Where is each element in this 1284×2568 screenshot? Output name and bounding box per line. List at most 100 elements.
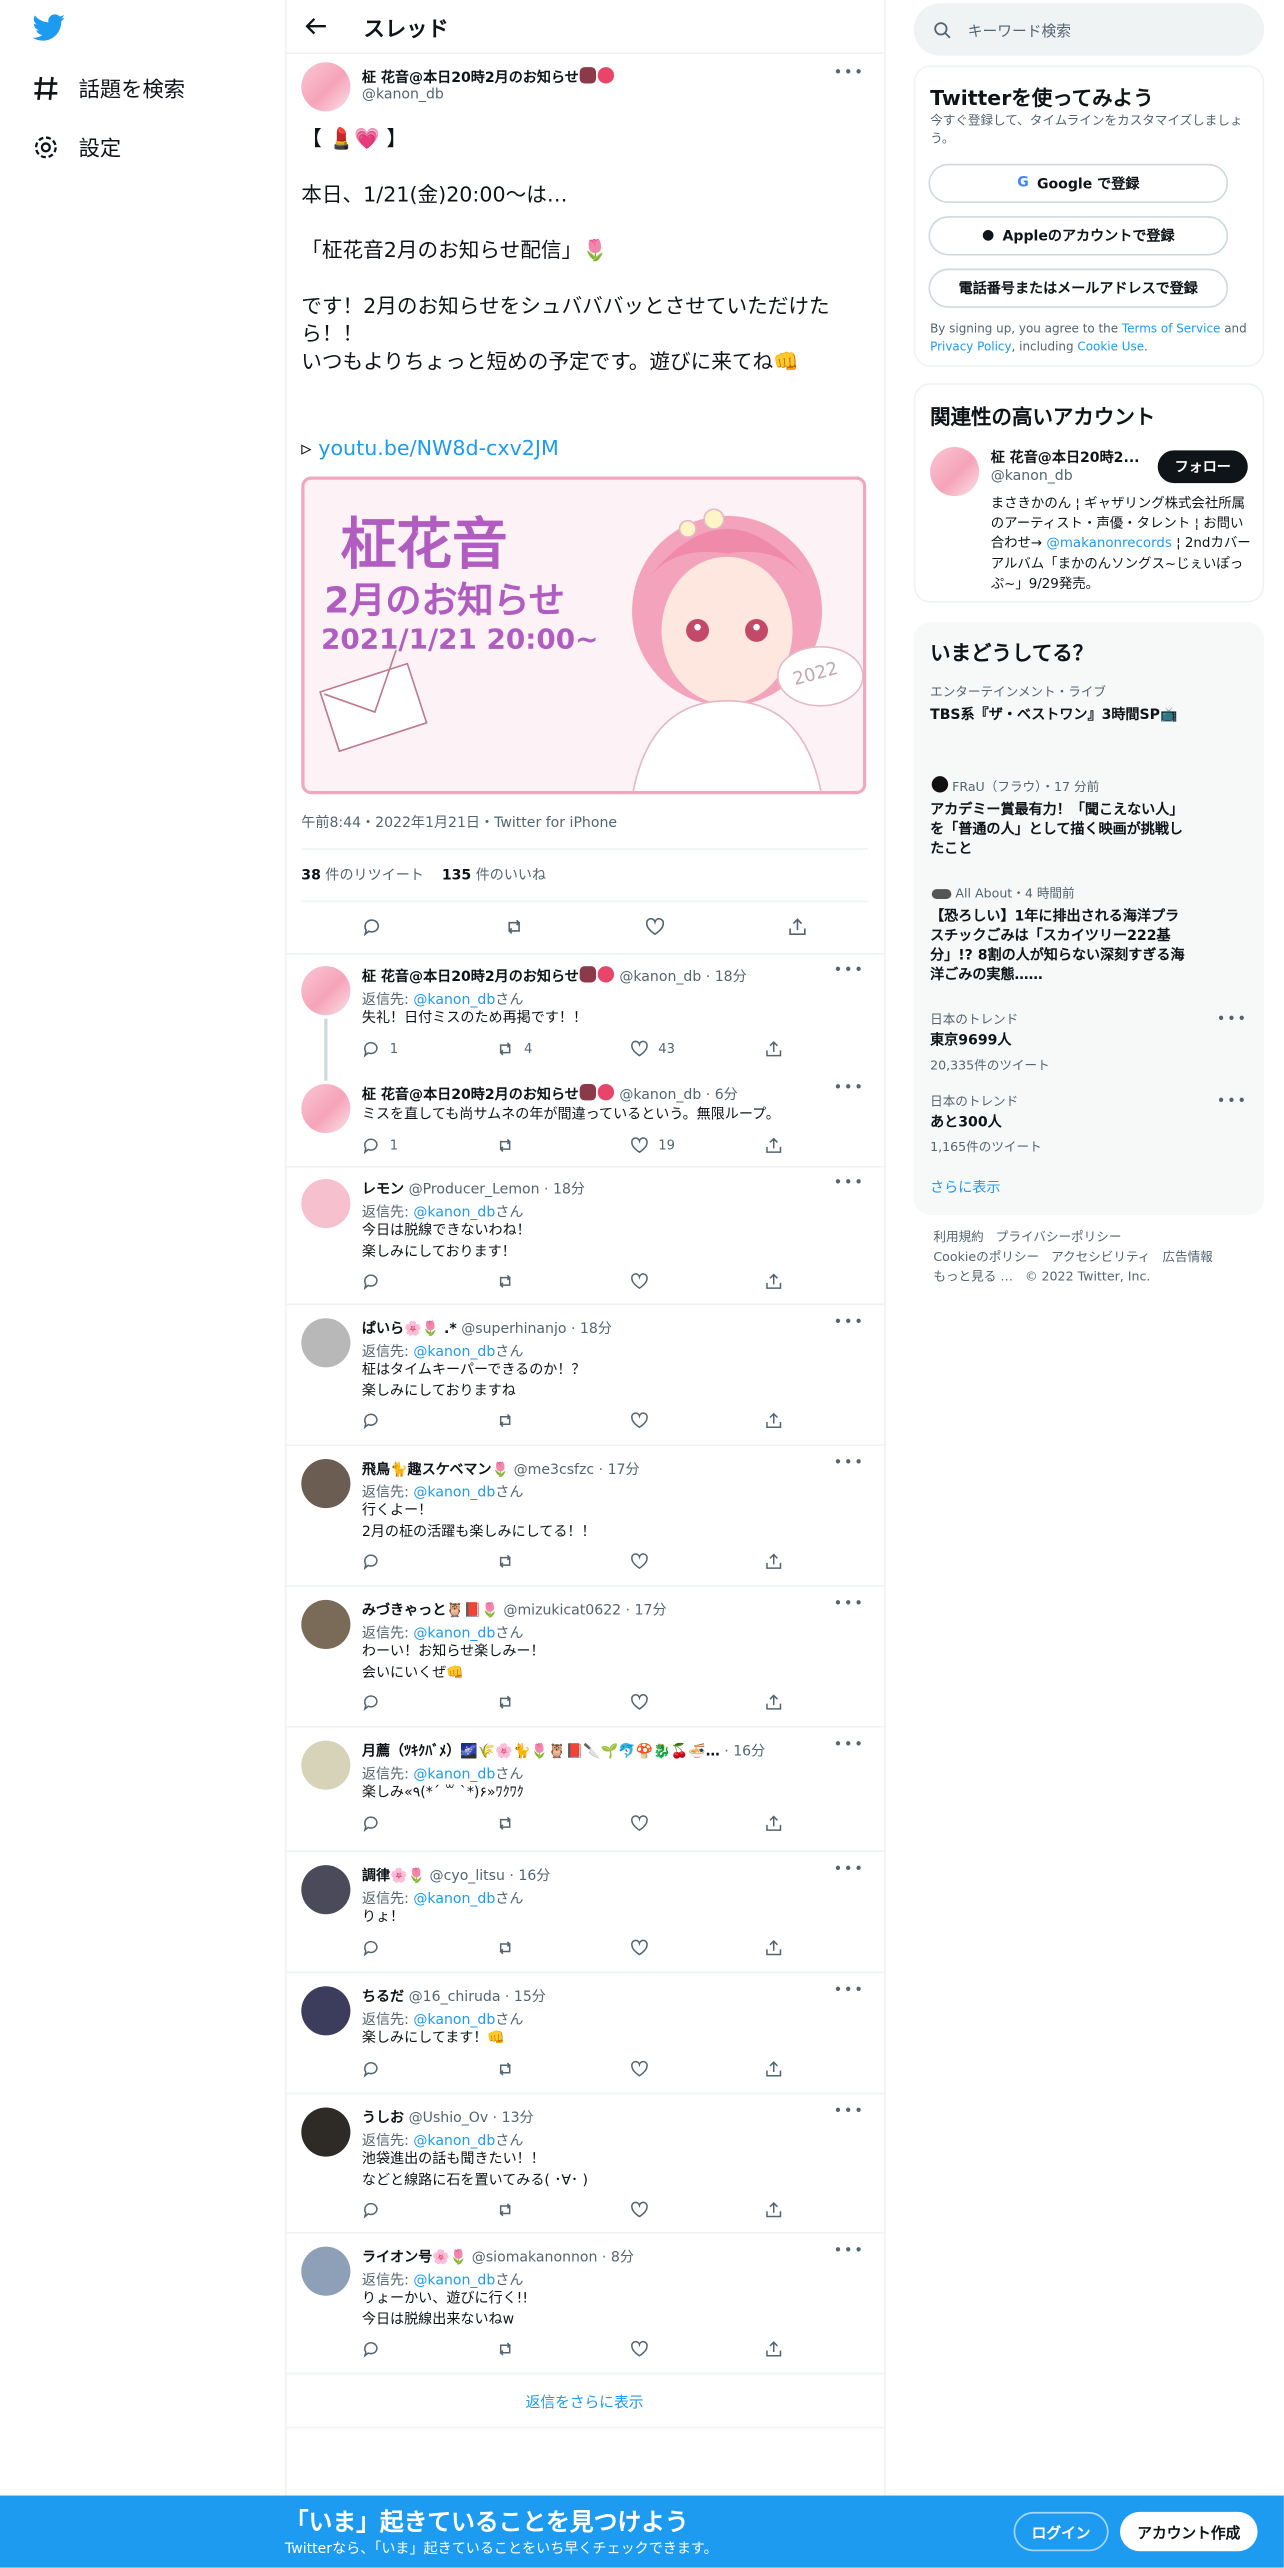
- reply-to-link[interactable]: @kanon_db: [413, 1485, 495, 1501]
- share-button[interactable]: [765, 1273, 899, 1291]
- like-icon[interactable]: [646, 917, 666, 937]
- reply-to-link[interactable]: @kanon_db: [413, 1767, 495, 1783]
- more-options-icon[interactable]: •••: [834, 66, 865, 82]
- avatar[interactable]: [301, 1865, 351, 1915]
- share-button[interactable]: [765, 1694, 899, 1712]
- trend-item[interactable]: エンターテインメント・ライブ TBS系『ザ・ベストワン』3時間SP📺: [930, 683, 1200, 726]
- reply-item[interactable]: ぱいら🌸🌷 .* @superhinanjo · 18分 返信先: @kanon_…: [284, 1305, 885, 1446]
- retweet-button[interactable]: [496, 1553, 630, 1571]
- reply-button[interactable]: [362, 2341, 496, 2359]
- footer-link[interactable]: もっと見る …: [933, 1269, 1013, 1284]
- more-options-icon[interactable]: •••: [834, 1862, 865, 1878]
- retweet-button[interactable]: 4: [496, 1040, 630, 1058]
- trends-show-more-link[interactable]: さらに表示: [930, 1177, 1000, 1197]
- footer-link[interactable]: 広告情報: [1162, 1249, 1212, 1264]
- apple-signup-button[interactable]: ● Appleのアカウントで登録: [928, 216, 1229, 256]
- share-button[interactable]: [765, 1136, 899, 1154]
- like-button[interactable]: [630, 1938, 764, 1956]
- reply-to-link[interactable]: @kanon_db: [413, 1891, 495, 1907]
- show-more-replies-link[interactable]: 返信をさらに表示: [285, 2391, 884, 2412]
- footer-link[interactable]: プライバシーポリシー: [996, 1230, 1122, 1245]
- reply-button[interactable]: [362, 1814, 496, 1832]
- bio-link[interactable]: @makanonrecords: [1046, 534, 1171, 550]
- more-options-icon[interactable]: •••: [834, 2104, 865, 2120]
- more-options-icon[interactable]: •••: [834, 2243, 865, 2259]
- reply-item[interactable]: ライオン号🌸🌷 @siomakanonnon · 8分 返信先: @kanon_d…: [284, 2234, 885, 2375]
- like-button[interactable]: [630, 1814, 764, 1832]
- share-button[interactable]: [765, 1938, 899, 1956]
- reply-to-link[interactable]: @kanon_db: [413, 1205, 495, 1221]
- more-options-icon[interactable]: •••: [834, 1737, 865, 1753]
- reply-item[interactable]: ちるだ @16_chiruda · 15分 返信先: @kanon_dbさん 楽しみ…: [284, 1973, 885, 2095]
- retweet-button[interactable]: [496, 1938, 630, 1956]
- like-button[interactable]: [630, 2341, 764, 2359]
- reply-to-link[interactable]: @kanon_db: [413, 2273, 495, 2289]
- footer-link[interactable]: 利用規約: [933, 1230, 983, 1245]
- twitter-logo-icon[interactable]: [32, 13, 66, 42]
- reply-icon[interactable]: [362, 917, 382, 937]
- share-button[interactable]: [765, 1412, 899, 1430]
- reply-button[interactable]: 1: [362, 1040, 496, 1058]
- reply-item[interactable]: 柾 花音@本日20時2月のお知らせ @kanon_db · 18分 返信先: @…: [285, 953, 884, 1081]
- privacy-link[interactable]: Privacy Policy: [930, 338, 1011, 353]
- tweet-media-image[interactable]: 柾花音 2月のお知らせ 2021/1/21 20:00~ 2022: [301, 476, 867, 795]
- retweet-button[interactable]: [496, 1136, 630, 1154]
- google-signup-button[interactable]: G Google で登録: [928, 163, 1229, 204]
- like-stat[interactable]: 135 件のいいね: [442, 868, 546, 884]
- avatar[interactable]: [301, 2246, 351, 2296]
- avatar[interactable]: [301, 62, 351, 112]
- reply-item[interactable]: みづきゃっと🦉📕🌷 @mizukicat0622 · 17分 返信先: @kano…: [284, 1587, 885, 1728]
- search-input[interactable]: キーワード検索: [913, 3, 1265, 56]
- more-options-icon[interactable]: •••: [1217, 1012, 1248, 1028]
- tweet-timestamp[interactable]: 午前8:44・2022年1月21日・Twitter for iPhone: [301, 812, 617, 831]
- reply-button[interactable]: [362, 1273, 496, 1291]
- like-button[interactable]: [630, 2201, 764, 2219]
- reply-button[interactable]: [362, 1694, 496, 1712]
- follow-button[interactable]: フォロー: [1157, 450, 1248, 484]
- reply-to-link[interactable]: @kanon_db: [413, 2012, 495, 2028]
- like-button[interactable]: [630, 2059, 764, 2077]
- avatar[interactable]: [301, 1084, 351, 1134]
- reply-item[interactable]: 月薦（ﾂｷｸﾊﾞﾒ）🌌🌾🌸🐈🌷🦉📕🔪🌱🐬🍄🐉🍒🍜… · 16分 返信先: @kan…: [284, 1728, 885, 1853]
- footer-link[interactable]: Cookieのポリシー: [933, 1249, 1039, 1264]
- terms-link[interactable]: Terms of Service: [1122, 321, 1220, 336]
- like-button[interactable]: [630, 1412, 764, 1430]
- cookie-link[interactable]: Cookie Use: [1077, 338, 1144, 353]
- retweet-button[interactable]: [496, 2341, 630, 2359]
- nav-settings[interactable]: 設定: [33, 131, 121, 162]
- reply-button[interactable]: [362, 1412, 496, 1430]
- reply-button[interactable]: [362, 2201, 496, 2220]
- trend-item[interactable]: 日本のトレンド あと300人 1,165件のツイート: [930, 1092, 1225, 1156]
- reply-item[interactable]: 調律🌸🌷 @cyo_litsu · 16分 返信先: @kanon_dbさん りょ！…: [284, 1852, 885, 1974]
- reply-item[interactable]: 飛鳥🐈趣スケベマン🌷 @me3csfzc · 17分 返信先: @kanon_db…: [284, 1446, 885, 1587]
- share-button[interactable]: [765, 2341, 899, 2359]
- avatar[interactable]: [301, 1179, 351, 1229]
- retweet-button[interactable]: [496, 1412, 630, 1430]
- more-options-icon[interactable]: •••: [834, 1597, 865, 1613]
- avatar[interactable]: [301, 1318, 351, 1368]
- reply-to-link[interactable]: @kanon_db: [413, 1344, 495, 1360]
- avatar[interactable]: [301, 2107, 351, 2157]
- retweet-button[interactable]: [496, 2059, 630, 2077]
- tweet-link[interactable]: youtu.be/NW8d-cxv2JM: [318, 436, 559, 461]
- reply-button[interactable]: [362, 1938, 496, 1957]
- retweet-stat[interactable]: 38 件のリツイート: [301, 868, 424, 884]
- share-button[interactable]: [765, 1814, 899, 1832]
- like-button[interactable]: [630, 1694, 764, 1712]
- trend-item[interactable]: FRaU（フラウ）・17 分前 アカデミー賞最有力！「聞こえない人」を「普通の人…: [930, 776, 1192, 860]
- avatar[interactable]: [301, 966, 351, 1016]
- avatar[interactable]: [301, 1459, 351, 1509]
- reply-button[interactable]: 1: [362, 1136, 496, 1155]
- share-button[interactable]: [765, 2201, 899, 2219]
- retweet-button[interactable]: [496, 1694, 630, 1712]
- avatar[interactable]: [301, 1740, 351, 1790]
- phone-signup-button[interactable]: 電話番号またはメールアドレスで登録: [928, 268, 1229, 308]
- avatar[interactable]: [930, 447, 980, 497]
- reply-to-link[interactable]: @kanon_db: [413, 1626, 495, 1642]
- trend-item[interactable]: 日本のトレンド 東京9699人 20,335件のツイート: [930, 1010, 1225, 1074]
- retweet-button[interactable]: [496, 1273, 630, 1291]
- like-button[interactable]: [630, 1553, 764, 1571]
- reply-button[interactable]: [362, 1553, 496, 1571]
- more-options-icon[interactable]: •••: [834, 1456, 865, 1472]
- reply-item[interactable]: うしお @Ushio_Ov · 13分 返信先: @kanon_dbさん 池袋進出の…: [284, 2094, 885, 2234]
